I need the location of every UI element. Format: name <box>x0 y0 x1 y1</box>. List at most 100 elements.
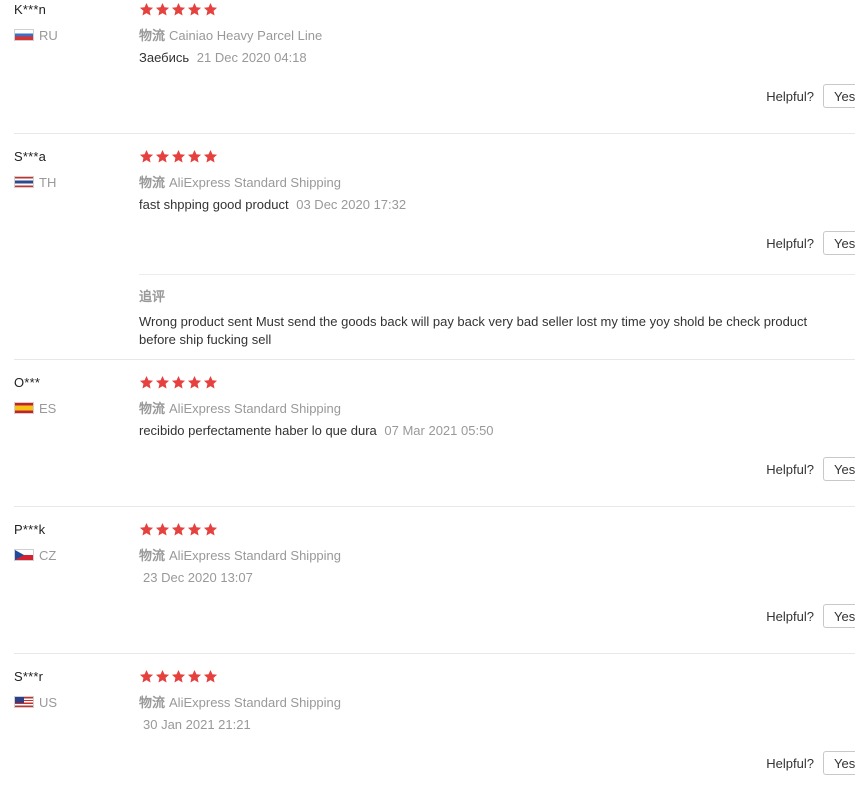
star-icon <box>187 522 202 536</box>
star-icon <box>139 375 154 389</box>
helpful-label: Helpful? <box>766 88 814 104</box>
helpful-yes-button[interactable]: Yes <box>823 457 855 481</box>
review-content: fast shpping good product 03 Dec 2020 17… <box>139 197 406 212</box>
shipping-method: 物流 AliExpress Standard Shipping <box>139 545 341 564</box>
reviewer-country: RU <box>14 27 58 43</box>
review-date: 23 Dec 2020 13:07 <box>143 570 253 585</box>
logistics-label: 物流 <box>139 28 166 43</box>
star-rating <box>139 375 218 391</box>
shipping-name: AliExpress Standard Shipping <box>169 401 342 416</box>
reviewer-name: S***r <box>14 669 44 684</box>
star-icon <box>187 149 202 163</box>
helpful-section: Helpful? Yes <box>766 457 855 481</box>
followup-divider <box>139 274 855 275</box>
helpful-section: Helpful? Yes <box>766 751 855 775</box>
logistics-label: 物流 <box>139 401 166 416</box>
review-content: 23 Dec 2020 13:07 <box>139 570 253 585</box>
star-icon <box>139 2 154 16</box>
reviewer-name: O*** <box>14 375 41 390</box>
followup-title: 追评 <box>139 289 166 304</box>
reviewer-name: K***n <box>14 2 47 17</box>
star-icon <box>203 2 218 16</box>
star-icon <box>171 2 186 16</box>
star-icon <box>155 669 170 683</box>
review-divider <box>14 653 855 654</box>
review-list: K***n RU 物流 Cainiao Heavy Parcel Line Зае… <box>0 0 855 787</box>
flag-us-icon <box>14 696 34 708</box>
review-content: 30 Jan 2021 21:21 <box>139 717 251 732</box>
review-date: 30 Jan 2021 21:21 <box>143 717 251 732</box>
flag-es-icon <box>14 402 34 414</box>
review-date: 03 Dec 2020 17:32 <box>296 197 407 212</box>
reviewer-country: ES <box>14 400 57 416</box>
shipping-method: 物流 Cainiao Heavy Parcel Line <box>139 25 322 44</box>
helpful-label: Helpful? <box>766 608 814 624</box>
helpful-label: Helpful? <box>766 235 814 251</box>
review-content: Заебись 21 Dec 2020 04:18 <box>139 50 307 65</box>
star-rating <box>139 522 218 538</box>
review-divider <box>14 506 855 507</box>
helpful-yes-button[interactable]: Yes <box>823 84 855 108</box>
flag-cz-icon <box>14 549 34 561</box>
review-divider <box>14 359 855 360</box>
reviewer-country: CZ <box>14 547 57 563</box>
reviewer-country: TH <box>14 174 57 190</box>
country-code: RU <box>39 27 58 43</box>
country-code: TH <box>39 174 57 190</box>
star-icon <box>187 375 202 389</box>
star-rating <box>139 149 218 165</box>
reviewer-country: US <box>14 694 58 710</box>
review-divider <box>14 133 855 134</box>
helpful-yes-button[interactable]: Yes <box>823 231 855 255</box>
star-icon <box>155 149 170 163</box>
helpful-section: Helpful? Yes <box>766 604 855 628</box>
star-icon <box>155 375 170 389</box>
reviewer-name: S***a <box>14 149 47 164</box>
star-icon <box>139 522 154 536</box>
star-icon <box>139 669 154 683</box>
star-icon <box>203 669 218 683</box>
helpful-label: Helpful? <box>766 755 814 771</box>
logistics-label: 物流 <box>139 548 166 563</box>
star-icon <box>171 375 186 389</box>
star-icon <box>171 149 186 163</box>
review-text: Заебись <box>139 50 190 65</box>
review-date: 21 Dec 2020 04:18 <box>196 50 307 65</box>
shipping-name: AliExpress Standard Shipping <box>169 695 342 710</box>
country-code: US <box>39 694 58 710</box>
star-icon <box>171 669 186 683</box>
helpful-section: Helpful? Yes <box>766 231 855 255</box>
review-content: recibido perfectamente haber lo que dura… <box>139 423 494 438</box>
star-icon <box>139 149 154 163</box>
shipping-method: 物流 AliExpress Standard Shipping <box>139 692 341 711</box>
shipping-name: AliExpress Standard Shipping <box>169 175 342 190</box>
star-icon <box>203 522 218 536</box>
shipping-name: Cainiao Heavy Parcel Line <box>169 28 323 43</box>
country-code: CZ <box>39 547 57 563</box>
star-icon <box>187 669 202 683</box>
helpful-yes-button[interactable]: Yes <box>823 751 855 775</box>
helpful-label: Helpful? <box>766 461 814 477</box>
flag-ru-icon <box>14 29 34 41</box>
shipping-name: AliExpress Standard Shipping <box>169 548 342 563</box>
flag-th-icon <box>14 176 34 188</box>
review-date: 07 Mar 2021 05:50 <box>384 423 494 438</box>
followup-text: Wrong product sent Must send the goods b… <box>139 314 808 347</box>
star-icon <box>187 2 202 16</box>
star-icon <box>171 522 186 536</box>
star-icon <box>203 149 218 163</box>
star-icon <box>155 2 170 16</box>
review-text: fast shpping good product <box>139 197 289 212</box>
star-rating <box>139 669 218 685</box>
review-text: recibido perfectamente haber lo que dura <box>139 423 377 438</box>
logistics-label: 物流 <box>139 175 166 190</box>
star-icon <box>155 522 170 536</box>
logistics-label: 物流 <box>139 695 166 710</box>
shipping-method: 物流 AliExpress Standard Shipping <box>139 172 341 191</box>
country-code: ES <box>39 400 57 416</box>
star-icon <box>203 375 218 389</box>
helpful-section: Helpful? Yes <box>766 84 855 108</box>
reviewer-name: P***k <box>14 522 46 537</box>
helpful-yes-button[interactable]: Yes <box>823 604 855 628</box>
star-rating <box>139 2 218 18</box>
